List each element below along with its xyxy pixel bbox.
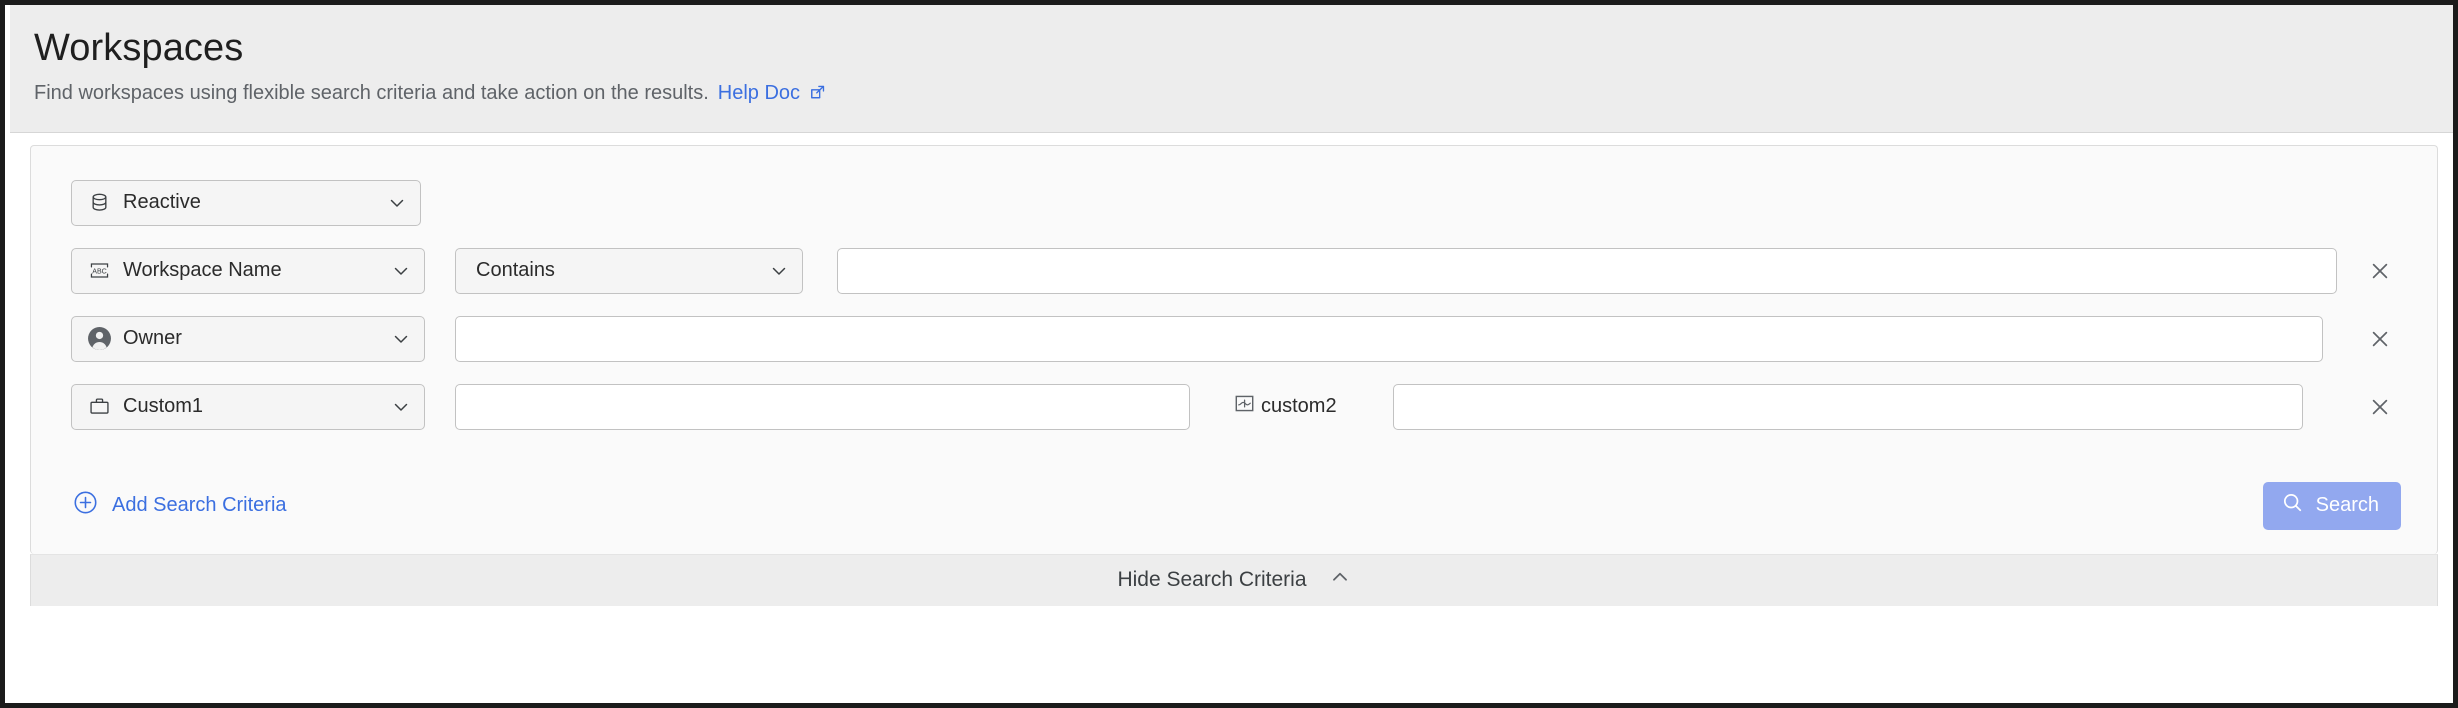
criteria-operator-value-0: Contains [476, 259, 751, 282]
add-search-criteria-label: Add Search Criteria [112, 494, 287, 517]
page-subtitle-text: Find workspaces using flexible search cr… [34, 80, 709, 106]
page-header: Workspaces Find workspaces using flexibl… [10, 5, 2458, 133]
criteria-secondary-label-2: custom2 [1234, 393, 1337, 420]
criteria-field-select-0[interactable]: ABC Workspace Name [71, 248, 425, 294]
app-window: Workspaces Find workspaces using flexibl… [0, 0, 2458, 708]
criteria-row: Owner [31, 316, 2437, 362]
metric-box-icon [1234, 393, 1255, 420]
criteria-row: ABC Workspace Name Contains [31, 248, 2437, 294]
criteria-operator-select-0[interactable]: Contains [455, 248, 803, 294]
criteria-secondary-input-2[interactable] [1393, 384, 2303, 430]
chevron-down-icon [391, 329, 411, 349]
search-button-label: Search [2316, 494, 2379, 517]
chevron-down-icon [769, 261, 789, 281]
criteria-field-value-1: Owner [123, 327, 373, 350]
criteria-field-value-0: Workspace Name [123, 259, 373, 282]
search-panel-wrapper: Reactive [10, 133, 2458, 554]
results-area-placeholder [10, 606, 2458, 703]
criteria-secondary-label-text-2: custom2 [1261, 395, 1337, 418]
criteria-value-input-2[interactable] [455, 384, 1190, 430]
chevron-down-icon [391, 397, 411, 417]
page-title: Workspaces [34, 27, 2458, 70]
scope-select[interactable]: Reactive [71, 180, 421, 226]
search-criteria-panel: Reactive [30, 145, 2438, 554]
criteria-field-select-2[interactable]: Custom1 [71, 384, 425, 430]
hide-search-criteria-label: Hide Search Criteria [1117, 568, 1306, 592]
remove-criteria-button-2[interactable] [2359, 386, 2401, 428]
user-avatar-icon [87, 326, 112, 351]
panel-actions: Add Search Criteria Search [31, 452, 2437, 530]
help-doc-label: Help Doc [718, 80, 800, 106]
scope-select-value: Reactive [123, 191, 369, 214]
close-icon [2369, 328, 2391, 350]
plus-circle-icon [73, 490, 98, 521]
close-icon [2369, 260, 2391, 282]
svg-text:ABC: ABC [92, 268, 107, 276]
chevron-down-icon [387, 193, 407, 213]
close-icon [2369, 396, 2391, 418]
add-search-criteria-button[interactable]: Add Search Criteria [73, 490, 287, 521]
database-icon [87, 190, 112, 215]
search-icon [2281, 491, 2304, 520]
criteria-value-input-1[interactable] [455, 316, 2323, 362]
page-subtitle-row: Find workspaces using flexible search cr… [34, 80, 2458, 106]
external-link-icon [808, 83, 827, 102]
scope-row: Reactive [31, 180, 2437, 226]
briefcase-icon [87, 394, 112, 419]
abc-text-icon: ABC [87, 258, 112, 283]
chevron-down-icon [391, 261, 411, 281]
hide-search-criteria-toggle[interactable]: Hide Search Criteria [30, 554, 2438, 606]
criteria-field-value-2: Custom1 [123, 395, 373, 418]
criteria-value-input-0[interactable] [837, 248, 2337, 294]
help-doc-link[interactable]: Help Doc [718, 80, 827, 106]
search-button[interactable]: Search [2263, 482, 2401, 530]
remove-criteria-button-1[interactable] [2359, 318, 2401, 360]
criteria-row: Custom1 [31, 384, 2437, 430]
remove-criteria-button-0[interactable] [2359, 250, 2401, 292]
criteria-field-select-1[interactable]: Owner [71, 316, 425, 362]
page-root: Workspaces Find workspaces using flexibl… [10, 5, 2458, 703]
chevron-up-icon [1329, 566, 1351, 594]
